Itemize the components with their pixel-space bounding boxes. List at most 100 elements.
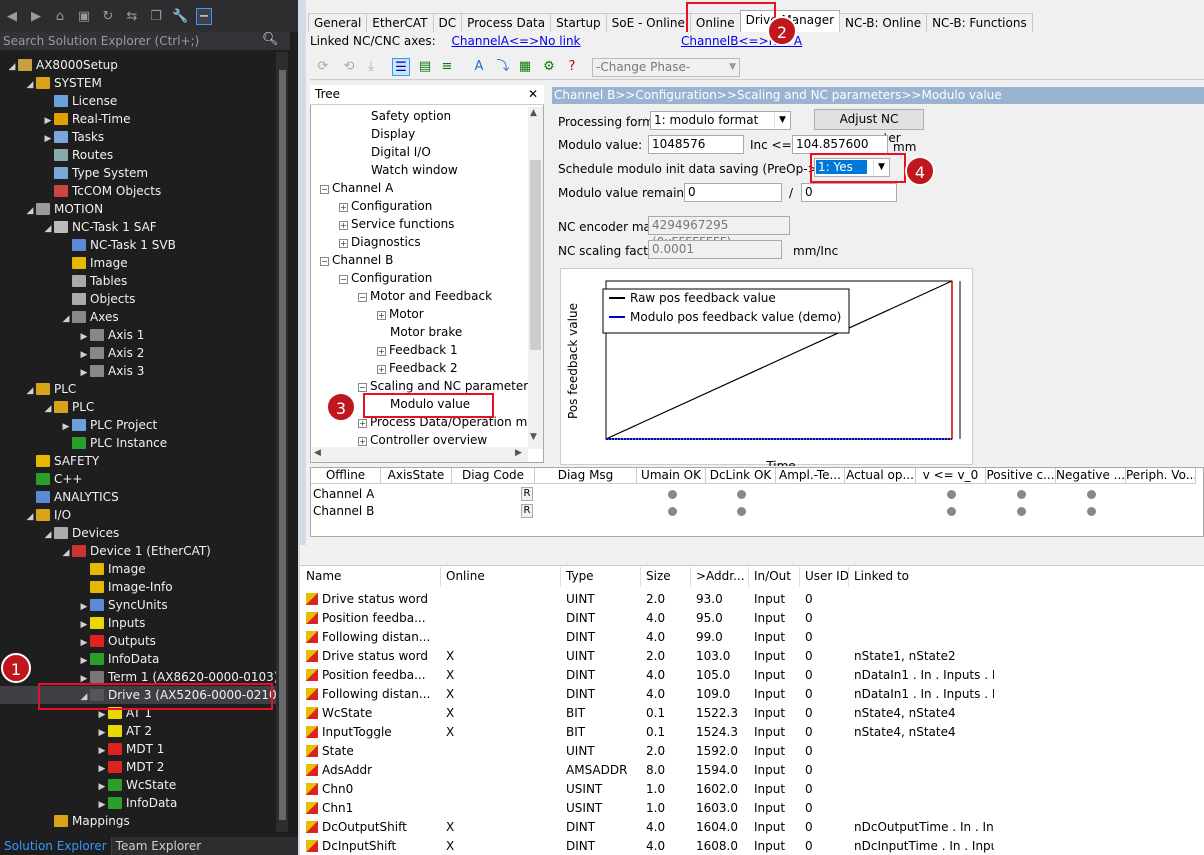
diag-header[interactable]: Actual op...	[845, 468, 916, 484]
tree-item[interactable]: ▶ Real-Time	[0, 110, 276, 128]
tree-item[interactable]: ▶ InfoData	[0, 794, 276, 812]
drive-tree-item[interactable]: Safety option	[358, 107, 451, 125]
diag-header[interactable]: Periph. Vo...	[1126, 468, 1196, 484]
tree-item[interactable]: PLC Instance	[0, 434, 276, 452]
tree-item[interactable]: TcCOM Objects	[0, 182, 276, 200]
tree-item[interactable]: ◢ AX8000Setup	[0, 56, 276, 74]
drive-tree-item[interactable]: Digital I/O	[358, 143, 431, 161]
tree-item[interactable]: NC-Task 1 SVB	[0, 236, 276, 254]
drive-tree-item[interactable]: + Controller overview	[358, 431, 487, 447]
column-divider[interactable]	[690, 567, 691, 587]
reset-button[interactable]: R	[521, 487, 533, 501]
tree-item[interactable]: ▶ Axis 1	[0, 326, 276, 344]
column-divider[interactable]	[560, 567, 561, 587]
reload-icon[interactable]: ⟲	[340, 58, 358, 76]
switch-views-icon[interactable]: ▣	[76, 9, 92, 24]
expand-icon[interactable]: +	[377, 365, 386, 374]
tree-item[interactable]: Image	[0, 560, 276, 578]
drive-tree-item[interactable]: + Feedback 1	[377, 341, 458, 359]
tree-item[interactable]: Mappings	[0, 812, 276, 830]
tab-startup[interactable]: Startup	[550, 13, 607, 32]
diag-header[interactable]: DcLink OK	[706, 468, 776, 484]
list-icon[interactable]: ≡	[438, 58, 456, 76]
grid-cell-name[interactable]: Following distan...	[322, 687, 437, 701]
tree-item[interactable]: Objects	[0, 290, 276, 308]
grid-cell-name[interactable]: State	[322, 744, 437, 758]
sync-icon[interactable]: ⇆	[124, 9, 140, 24]
tab-ethercat[interactable]: EtherCAT	[366, 13, 434, 32]
sort-icon[interactable]: A	[470, 58, 488, 76]
grid-cell-name[interactable]: Chn1	[322, 801, 437, 815]
column-divider[interactable]	[799, 567, 800, 587]
tree-item[interactable]: Routes	[0, 146, 276, 164]
collapse-icon[interactable]: −	[320, 185, 329, 194]
column-divider[interactable]	[748, 567, 749, 587]
collapse-icon[interactable]: −	[320, 257, 329, 266]
expand-icon[interactable]: +	[339, 221, 348, 230]
tree-item[interactable]: ◢ Devices	[0, 524, 276, 542]
collapse-all-icon[interactable]: ❐	[148, 9, 164, 24]
drive-tree-item[interactable]: + Configuration	[339, 197, 432, 215]
properties-icon[interactable]: 🔧	[172, 9, 188, 24]
tree-item[interactable]: ▶ Axis 2	[0, 344, 276, 362]
reset-button[interactable]: R	[521, 504, 533, 518]
grid-cell-name[interactable]: AdsAddr	[322, 763, 437, 777]
phase-select[interactable]: -Change Phase- ▼	[592, 58, 740, 77]
collapse-icon[interactable]: −	[339, 275, 348, 284]
grid-cell-name[interactable]: Following distan...	[322, 630, 437, 644]
drive-tree-item[interactable]: Watch window	[358, 161, 458, 179]
grid-header[interactable]: In/Out	[754, 569, 791, 583]
processing-format-select[interactable]: 1: modulo format ▼	[650, 111, 791, 130]
tree-item[interactable]: ▶ Axis 3	[0, 362, 276, 380]
splitter-horizontal[interactable]	[300, 545, 1204, 565]
tree-item[interactable]: SAFETY	[0, 452, 276, 470]
forward-icon[interactable]: ▶	[28, 9, 44, 24]
tree-item[interactable]: Tables	[0, 272, 276, 290]
scroll-right-icon[interactable]: ▶	[515, 448, 522, 458]
tree-view-icon[interactable]: ☰	[392, 58, 410, 76]
drive-tree-item[interactable]: Display	[358, 125, 415, 143]
grid-cell-name[interactable]: WcState	[322, 706, 437, 720]
grid-cell-name[interactable]: Drive status word	[322, 649, 437, 663]
tree-item[interactable]: Image-Info	[0, 578, 276, 596]
grid-cell-name[interactable]: DcOutputShift	[322, 820, 437, 834]
tree-item[interactable]: ◢ Axes	[0, 308, 276, 326]
history-icon[interactable]: ↻	[100, 9, 116, 24]
drive-tree-item[interactable]: + Feedback 2	[377, 359, 458, 377]
tree-item[interactable]: ▶ SyncUnits	[0, 596, 276, 614]
tree-item[interactable]: Image	[0, 254, 276, 272]
remainder-b-input[interactable]: 0	[801, 183, 897, 202]
diag-header[interactable]: AxisState	[381, 468, 452, 484]
search-input[interactable]: Search Solution Explorer (Ctrl+;)	[0, 32, 290, 50]
download-icon[interactable]: ⤓	[362, 58, 380, 76]
tree-item[interactable]: ▶ Outputs	[0, 632, 276, 650]
tab-solution-explorer[interactable]: Solution Explorer	[0, 837, 111, 855]
layout-icon[interactable]: ▤	[416, 58, 434, 76]
tree-item[interactable]: ▶ Inputs	[0, 614, 276, 632]
tab-process-data[interactable]: Process Data	[461, 13, 552, 32]
column-divider[interactable]	[640, 567, 641, 587]
tab-nc-b-functions[interactable]: NC-B: Functions	[926, 13, 1033, 32]
tree-vscroll-thumb[interactable]	[530, 160, 541, 350]
grid-cell-name[interactable]: Chn0	[322, 782, 437, 796]
diag-header[interactable]: Negative ...	[1056, 468, 1126, 484]
tree-item[interactable]: ▶ MDT 1	[0, 740, 276, 758]
expand-icon[interactable]: +	[377, 347, 386, 356]
diag-header[interactable]: Umain OK	[637, 468, 706, 484]
expand-icon[interactable]: +	[339, 203, 348, 212]
preview-icon[interactable]: −	[196, 7, 212, 25]
grid-header[interactable]: User ID	[805, 569, 849, 583]
remainder-a-input[interactable]: 0	[684, 183, 782, 202]
diag-header[interactable]: Diag Msg	[535, 468, 637, 484]
scroll-up-icon[interactable]: ▲	[530, 108, 537, 118]
grid-cell-name[interactable]: InputToggle	[322, 725, 437, 739]
expand-icon[interactable]: +	[358, 437, 367, 446]
scroll-left-icon[interactable]: ◀	[314, 448, 321, 458]
drive-tree-item[interactable]: − Channel B	[320, 251, 393, 269]
modulo-value-input[interactable]: 1048576	[648, 135, 744, 154]
diag-header[interactable]: Offline	[311, 468, 381, 484]
search-icon[interactable]: 🔍︎	[262, 32, 279, 47]
grid-cell-name[interactable]: Position feedba...	[322, 611, 437, 625]
collapse-icon[interactable]: −	[358, 293, 367, 302]
grid-header[interactable]: >Addr...	[696, 569, 745, 583]
